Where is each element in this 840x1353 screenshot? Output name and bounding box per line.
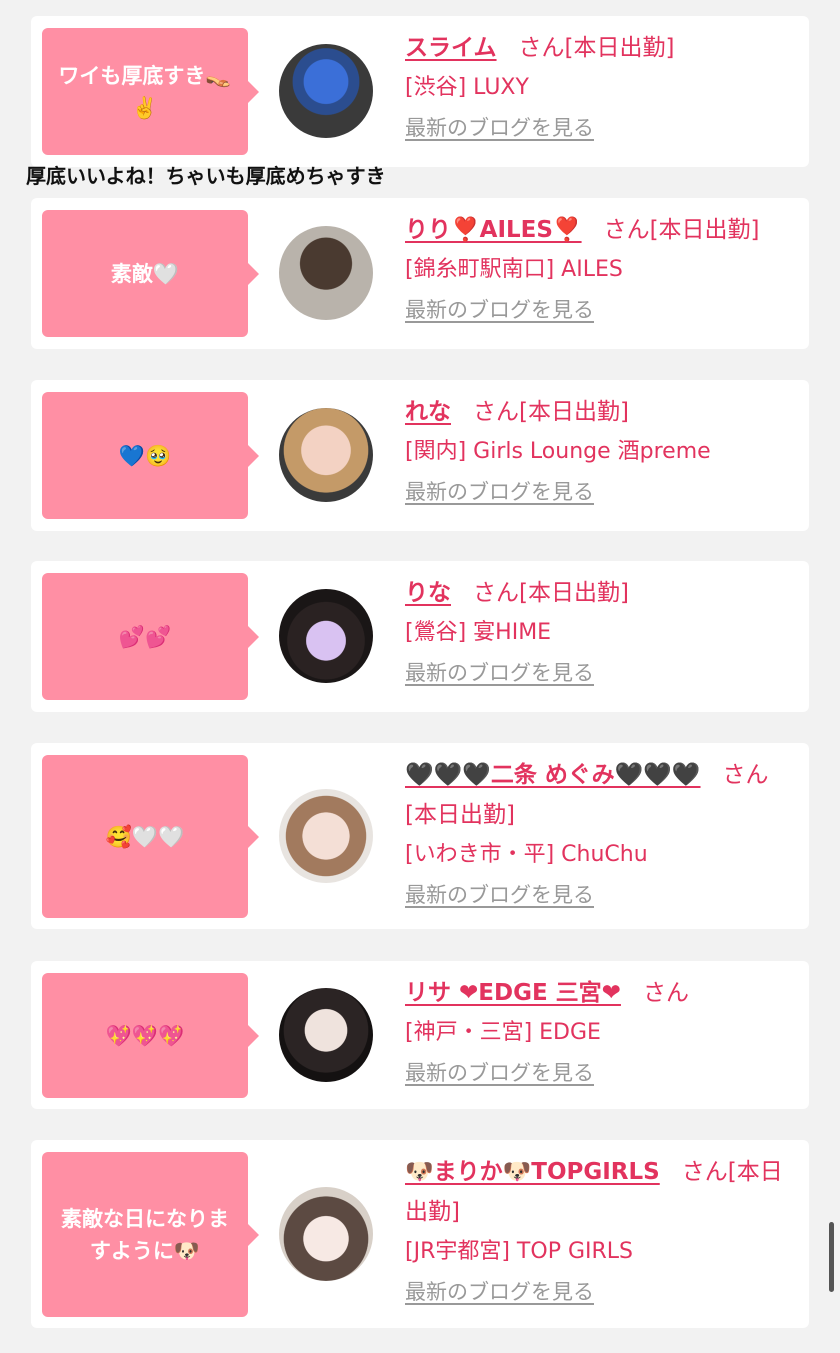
girl-name-link[interactable]: 🐶まりか🐶TOPGIRLS (405, 1159, 660, 1185)
avatar[interactable] (279, 1187, 373, 1281)
latest-blog-link[interactable]: 最新のブログを見る (405, 108, 594, 148)
girl-name-link[interactable]: りり❣️AILES❣️ (405, 217, 582, 243)
name-suffix: さん (642, 980, 689, 1006)
message-text: 💙🥹 (118, 443, 172, 468)
message-bubble: 💖💖💖 (42, 973, 259, 1098)
girl-name-link[interactable]: スライム (405, 35, 497, 61)
avatar[interactable] (279, 789, 373, 883)
blog-entry-card: ワイも厚底すき👡✌️ スライム さん[本日出勤] [渋谷] LUXY 最新のブログ… (31, 16, 809, 167)
comment-text: 厚底いいよね！ちゃいも厚底めちゃすき (26, 164, 386, 188)
girl-name-link[interactable]: れな (405, 399, 451, 425)
latest-blog-link[interactable]: 最新のブログを見る (405, 1272, 594, 1312)
avatar[interactable] (279, 408, 373, 502)
shop-label: [渋谷] LUXY (405, 75, 529, 100)
shop-label: [いわき市・平] ChuChu (405, 842, 648, 867)
latest-blog-link[interactable]: 最新のブログを見る (405, 653, 594, 693)
girl-name-link[interactable]: りな (405, 580, 451, 606)
message-bubble: 素敵🤍 (42, 210, 259, 337)
latest-blog-link[interactable]: 最新のブログを見る (405, 1053, 594, 1093)
shop-label: [錦糸町駅南口] AILES (405, 257, 623, 282)
blog-entry-card: 💙🥹 れな さん[本日出勤] [関内] Girls Lounge 酒preme 最… (31, 380, 809, 531)
blog-entry-card: 💕💕 りな さん[本日出勤] [鶯谷] 宴HIME 最新のブログを見る (31, 561, 809, 712)
shop-label: [関内] Girls Lounge 酒preme (405, 439, 711, 464)
latest-blog-link[interactable]: 最新のブログを見る (405, 472, 594, 512)
blog-entry-card: 素敵🤍 りり❣️AILES❣️ さん[本日出勤] [錦糸町駅南口] AILES 最… (31, 198, 809, 349)
shop-label: [鶯谷] 宴HIME (405, 620, 552, 645)
message-text: 素敵な日になりますように🐶 (61, 1206, 229, 1263)
name-suffix: さん[本日出勤] (473, 399, 629, 425)
shop-label: [神戸・三宮] EDGE (405, 1020, 601, 1045)
avatar[interactable] (279, 589, 373, 683)
name-suffix: さん[本日出勤] (603, 217, 760, 243)
message-text: 素敵🤍 (110, 261, 180, 286)
shop-label: [JR宇都宮] TOP GIRLS (405, 1239, 633, 1264)
latest-blog-link[interactable]: 最新のブログを見る (405, 290, 594, 330)
message-bubble: 🥰🤍🤍 (42, 755, 259, 918)
avatar[interactable] (279, 988, 373, 1082)
message-bubble: 素敵な日になりますように🐶 (42, 1152, 259, 1317)
avatar[interactable] (279, 226, 373, 320)
message-text: 💕💕 (118, 624, 172, 649)
message-text: 💖💖💖 (105, 1023, 185, 1048)
avatar[interactable] (279, 44, 373, 138)
blog-entry-card: 🥰🤍🤍 🖤🖤🖤二条 めぐみ🖤🖤🖤 さん[本日出勤] [いわき市・平] ChuChu… (31, 743, 809, 929)
scrollbar[interactable] (829, 1222, 834, 1292)
latest-blog-link[interactable]: 最新のブログを見る (405, 875, 594, 915)
message-text: 🥰🤍🤍 (105, 824, 185, 849)
girl-name-link[interactable]: 🖤🖤🖤二条 めぐみ🖤🖤🖤 (405, 762, 701, 788)
message-bubble: 💙🥹 (42, 392, 259, 519)
blog-entry-card: 素敵な日になりますように🐶 🐶まりか🐶TOPGIRLS さん[本日出勤] [JR宇… (31, 1140, 809, 1328)
message-text: ワイも厚底すき👡✌️ (58, 63, 232, 120)
girl-name-link[interactable]: リサ ❤EDGE 三宮❤ (405, 980, 621, 1006)
message-bubble: ワイも厚底すき👡✌️ (42, 28, 259, 155)
name-suffix: さん[本日出勤] (473, 580, 629, 606)
message-bubble: 💕💕 (42, 573, 259, 700)
name-suffix: さん[本日出勤] (518, 35, 675, 61)
blog-entry-card: 💖💖💖 リサ ❤EDGE 三宮❤ さん [神戸・三宮] EDGE 最新のブログを見… (31, 961, 809, 1109)
